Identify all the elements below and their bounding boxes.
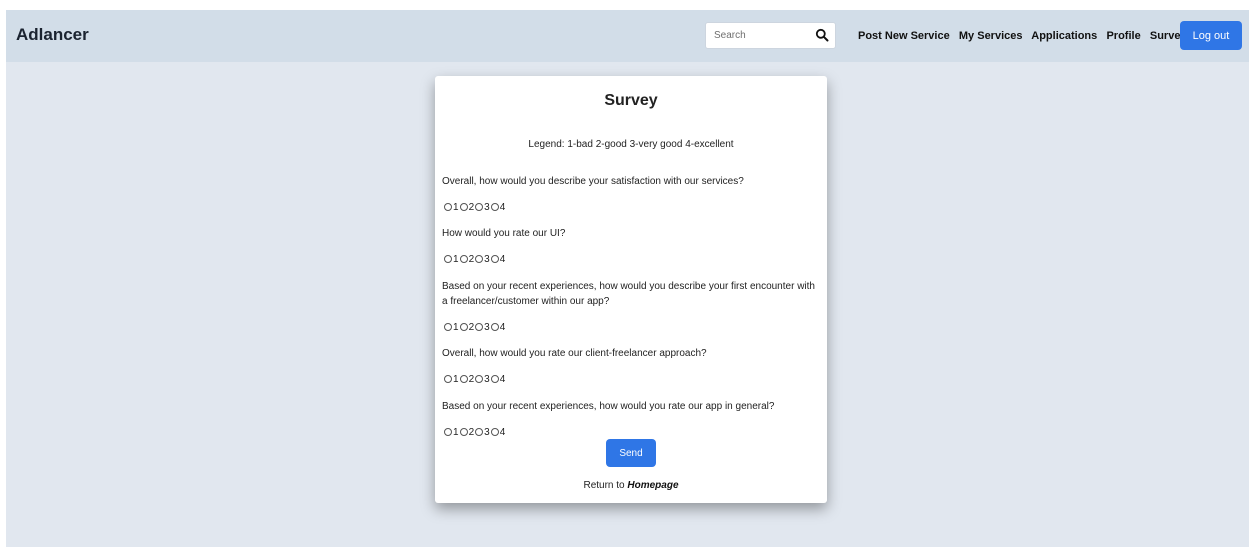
option-label: 4 — [499, 321, 506, 333]
option-label: 4 — [499, 373, 506, 385]
option-label: 2 — [468, 321, 475, 333]
radio-button[interactable] — [444, 428, 452, 436]
return-to-homepage: Return to Homepage — [435, 480, 827, 491]
nav-profile[interactable]: Profile — [1106, 30, 1140, 42]
radio-button[interactable] — [444, 203, 452, 211]
option-label: 4 — [499, 201, 506, 213]
question-text: Overall, how would you rate our client-f… — [442, 348, 707, 359]
option-label: 2 — [468, 373, 475, 385]
radio-button[interactable] — [475, 203, 484, 211]
rating-options: 1 2 3 4 — [444, 372, 506, 386]
navbar: Adlancer Post New Service My Services Ap… — [6, 10, 1249, 62]
radio-button[interactable] — [490, 323, 499, 331]
radio-button[interactable] — [459, 375, 468, 383]
rating-options: 1 2 3 4 — [444, 425, 506, 439]
return-prefix: Return to — [583, 480, 625, 491]
option-label: 1 — [453, 373, 459, 385]
radio-button[interactable] — [444, 323, 452, 331]
nav-links: Post New Service My Services Application… — [858, 30, 1187, 42]
survey-title: Survey — [604, 92, 658, 109]
search-input[interactable] — [706, 23, 814, 48]
option-label: 1 — [453, 426, 459, 438]
radio-button[interactable] — [444, 255, 452, 263]
radio-button[interactable] — [459, 428, 468, 436]
send-button[interactable]: Send — [606, 439, 656, 467]
rating-options: 1 2 3 4 — [444, 200, 506, 214]
brand-logo[interactable]: Adlancer — [16, 25, 89, 45]
option-label: 3 — [484, 201, 490, 213]
question-text: Based on your recent experiences, how wo… — [442, 401, 775, 412]
app-frame: Adlancer Post New Service My Services Ap… — [6, 10, 1249, 547]
survey-legend: Legend: 1-bad 2-good 3-very good 4-excel… — [528, 139, 734, 150]
question-text: Based on your recent experiences, how wo… — [442, 281, 815, 307]
option-label: 2 — [468, 253, 475, 265]
survey-card: Survey Legend: 1-bad 2-good 3-very good … — [435, 76, 827, 503]
option-label: 3 — [484, 321, 490, 333]
option-label: 1 — [453, 253, 459, 265]
radio-button[interactable] — [475, 255, 484, 263]
option-label: 4 — [499, 253, 506, 265]
question-text: How would you rate our UI? — [442, 228, 566, 239]
option-label: 3 — [484, 253, 490, 265]
radio-button[interactable] — [459, 203, 468, 211]
option-label: 3 — [484, 426, 490, 438]
question-text: Overall, how would you describe your sat… — [442, 176, 744, 187]
option-label: 1 — [453, 201, 459, 213]
option-label: 2 — [468, 201, 475, 213]
radio-button[interactable] — [490, 255, 499, 263]
radio-button[interactable] — [475, 375, 484, 383]
nav-my-services[interactable]: My Services — [959, 30, 1023, 42]
radio-button[interactable] — [459, 323, 468, 331]
nav-applications[interactable]: Applications — [1031, 30, 1097, 42]
option-label: 1 — [453, 321, 459, 333]
rating-options: 1 2 3 4 — [444, 320, 506, 334]
radio-button[interactable] — [475, 323, 484, 331]
radio-button[interactable] — [490, 375, 499, 383]
search-icon[interactable] — [815, 28, 829, 42]
radio-button[interactable] — [475, 428, 484, 436]
rating-options: 1 2 3 4 — [444, 252, 506, 266]
search-box — [705, 22, 836, 49]
radio-button[interactable] — [459, 255, 468, 263]
radio-button[interactable] — [444, 375, 452, 383]
radio-button[interactable] — [490, 203, 499, 211]
logout-button[interactable]: Log out — [1180, 21, 1242, 50]
homepage-link[interactable]: Homepage — [627, 480, 678, 491]
option-label: 4 — [499, 426, 506, 438]
nav-post-new-service[interactable]: Post New Service — [858, 30, 950, 42]
option-label: 3 — [484, 373, 490, 385]
option-label: 2 — [468, 426, 475, 438]
radio-button[interactable] — [490, 428, 499, 436]
